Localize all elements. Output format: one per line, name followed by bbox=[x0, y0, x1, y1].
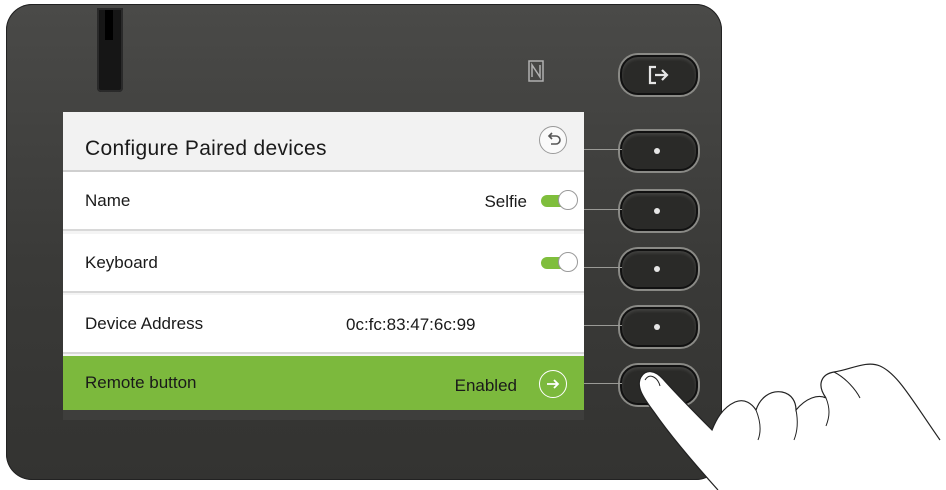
pointing-hand-icon bbox=[638, 363, 941, 490]
